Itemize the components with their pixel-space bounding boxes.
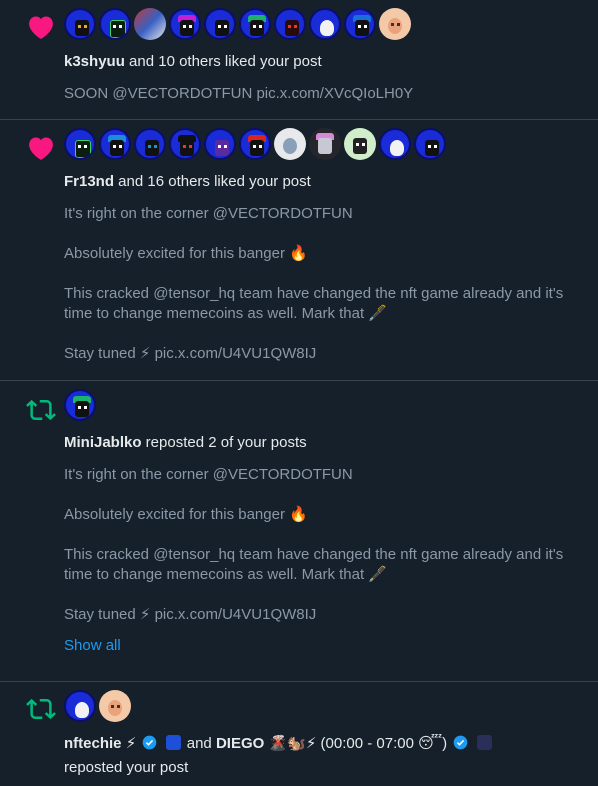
notifications-feed: k3shyuu and 10 others liked your post SO… [0, 0, 598, 786]
notification-like[interactable]: k3shyuu and 10 others liked your post SO… [0, 0, 598, 120]
notification-repost[interactable]: MiniJablko reposted 2 of your posts It's… [0, 381, 598, 682]
avatar[interactable] [99, 128, 131, 160]
verified-badge-icon [454, 735, 468, 750]
avatar-row [64, 0, 582, 40]
heart-icon [29, 16, 53, 39]
verified-badge-icon [143, 735, 157, 750]
heart-icon [29, 137, 53, 160]
post-text[interactable]: Stay tuned ⚡ pic.x.com/U4VU1QW8IJ [64, 344, 582, 364]
avatar[interactable] [379, 128, 411, 160]
avatar[interactable] [169, 8, 201, 40]
affiliate-badge-icon [165, 735, 181, 750]
avatar[interactable] [239, 8, 271, 40]
action-text: reposted 2 of your posts [141, 434, 307, 451]
post-text[interactable]: Stay tuned ⚡ pic.x.com/U4VU1QW8IJ [64, 605, 582, 625]
avatar[interactable] [204, 128, 236, 160]
avatar-row [64, 682, 582, 722]
avatar[interactable] [204, 8, 236, 40]
show-all-link[interactable]: Show all [64, 637, 121, 654]
avatar[interactable] [344, 128, 376, 160]
post-text[interactable]: This cracked @tensor_hq team have change… [64, 284, 582, 324]
actor-name[interactable]: MiniJablko [64, 434, 142, 451]
notification-headline: nftechie ⚡ and DIEGO 🌋🐿️⚡ (00:00 - 07:00… [64, 734, 582, 754]
avatar[interactable] [414, 128, 446, 160]
repost-icon [26, 698, 56, 720]
avatar-row [64, 381, 582, 421]
avatar[interactable] [64, 389, 96, 421]
avatar[interactable] [99, 690, 131, 722]
avatar[interactable] [64, 128, 96, 160]
joiner-text: and [186, 735, 216, 752]
notification-like[interactable]: Fr13nd and 16 others liked your post It'… [0, 120, 598, 381]
actor-suffix: 🌋🐿️⚡ (00:00 - 07:00 😴) [268, 735, 448, 752]
avatar[interactable] [379, 8, 411, 40]
post-text[interactable]: SOON @VECTORDOTFUN pic.x.com/XVcQIoLH0Y [64, 84, 582, 104]
actor-name[interactable]: Fr13nd [64, 173, 114, 190]
avatar[interactable] [344, 8, 376, 40]
avatar[interactable] [134, 8, 166, 40]
avatar[interactable] [274, 8, 306, 40]
post-text[interactable]: It's right on the corner @VECTORDOTFUN [64, 204, 582, 224]
notification-headline: MiniJablko reposted 2 of your posts [64, 433, 582, 453]
action-text: reposted your post [64, 759, 189, 776]
post-text[interactable]: It's right on the corner @VECTORDOTFUN [64, 465, 582, 485]
affiliate-badge-icon [476, 735, 492, 750]
avatar[interactable] [309, 128, 341, 160]
post-text[interactable]: Absolutely excited for this banger 🔥 [64, 505, 582, 525]
avatar-row [64, 120, 582, 160]
action-text: and 10 others liked your post [124, 53, 322, 70]
avatar[interactable] [239, 128, 271, 160]
action-text: and 16 others liked your post [114, 173, 311, 190]
avatar[interactable] [99, 8, 131, 40]
avatar[interactable] [274, 128, 306, 160]
actor-name[interactable]: k3shyuu [64, 53, 125, 70]
avatar[interactable] [64, 690, 96, 722]
post-text[interactable]: Absolutely excited for this banger 🔥 [64, 244, 582, 264]
avatar[interactable] [169, 128, 201, 160]
notification-headline: k3shyuu and 10 others liked your post [64, 52, 582, 72]
post-text[interactable]: This cracked @tensor_hq team have change… [64, 545, 582, 585]
notification-repost[interactable]: nftechie ⚡ and DIEGO 🌋🐿️⚡ (00:00 - 07:00… [0, 682, 598, 786]
repost-icon [26, 399, 56, 421]
actor-emoji: ⚡ [125, 735, 137, 752]
avatar[interactable] [134, 128, 166, 160]
actor-name[interactable]: DIEGO [216, 735, 264, 752]
avatar[interactable] [64, 8, 96, 40]
avatar[interactable] [309, 8, 341, 40]
actor-name[interactable]: nftechie [64, 735, 122, 752]
notification-headline: Fr13nd and 16 others liked your post [64, 172, 582, 192]
